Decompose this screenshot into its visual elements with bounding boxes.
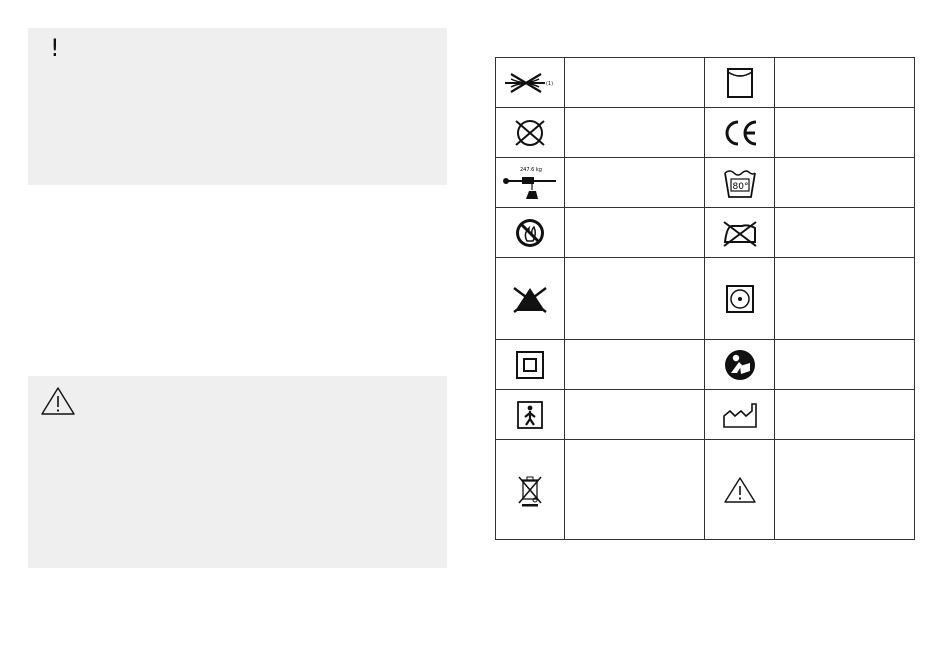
- symbol-label: [774, 107, 915, 158]
- table-row: [495, 257, 915, 340]
- temperature-text: 80°: [732, 182, 748, 192]
- symbol-label: [564, 257, 705, 340]
- tumble-dry-icon: [704, 257, 775, 340]
- symbol-label: [564, 439, 705, 540]
- symbol-label: [564, 207, 705, 258]
- exclamation-icon: !: [50, 34, 60, 62]
- ce-mark-icon: [704, 107, 775, 158]
- table-row: 247.6 kg 80°: [495, 157, 915, 208]
- table-row: (1): [495, 57, 915, 108]
- symbol-label: [774, 339, 915, 390]
- do-not-iron-icon: [704, 207, 775, 258]
- do-not-dry-clean-icon: [495, 107, 565, 158]
- symbol-label: [774, 439, 915, 540]
- max-load-icon: 247.6 kg: [495, 157, 565, 208]
- do-not-tumble-dry-icon: [704, 57, 775, 108]
- symbol-label: [564, 389, 705, 440]
- attention-notice-box: !: [28, 28, 447, 185]
- read-manual-icon: [704, 339, 775, 390]
- manufacturer-icon: [704, 389, 775, 440]
- load-text: 247.6 kg: [520, 167, 542, 173]
- warning-triangle-icon: [40, 386, 76, 416]
- weee-bin-icon: [495, 439, 565, 540]
- symbol-label: [564, 57, 705, 108]
- table-row: [495, 389, 915, 440]
- no-lifting-strap-icon: (1): [495, 57, 565, 108]
- symbol-label: [564, 157, 705, 208]
- symbol-label: [774, 389, 915, 440]
- symbol-label: [564, 107, 705, 158]
- svg-text:(1): (1): [546, 81, 553, 87]
- table-row: [495, 339, 915, 390]
- caution-triangle-icon: [704, 439, 775, 540]
- symbol-label: [774, 207, 915, 258]
- type-b-applied-part-icon: [495, 389, 565, 440]
- table-row: [495, 107, 915, 158]
- symbol-label: [774, 257, 915, 340]
- symbol-label: [774, 57, 915, 108]
- do-not-bleach-icon: [495, 257, 565, 340]
- symbol-label: [564, 339, 705, 390]
- warning-notice-box: [28, 376, 447, 568]
- table-row: [495, 439, 915, 540]
- wash-80-icon: 80°: [704, 157, 775, 208]
- table-row: [495, 207, 915, 258]
- no-open-flame-icon: [495, 207, 565, 258]
- symbol-label: [774, 157, 915, 208]
- double-insulated-icon: [495, 339, 565, 390]
- symbols-table: (1) 247.6 kg 80°: [495, 57, 915, 540]
